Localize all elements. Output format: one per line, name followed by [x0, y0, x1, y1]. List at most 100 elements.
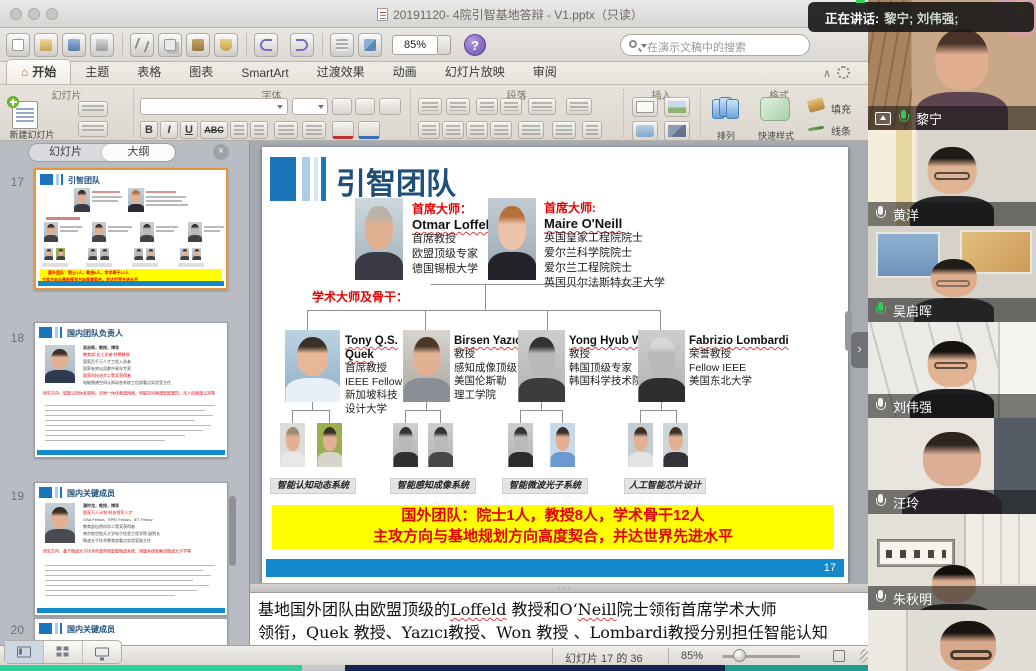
superscript-button[interactable] [230, 121, 248, 139]
video-tile-zhuqiuming[interactable]: 朱秋明 [868, 514, 1036, 610]
thumb-photo [74, 188, 90, 212]
cut-icon[interactable] [130, 33, 154, 57]
picture-button[interactable] [664, 97, 690, 117]
slide-sorter-view-button[interactable] [44, 641, 83, 663]
tab-smartart[interactable]: SmartArt [227, 63, 302, 84]
divider-handle-icon[interactable]: ··· [558, 583, 573, 593]
sidebar-scrollbar[interactable] [229, 496, 236, 566]
notes-pane[interactable]: 基地国外团队由欧盟顶级的Loffeld 教授和O‘Neill院士领衔首席学术大师… [250, 593, 880, 645]
video-tile-liuweiqiang[interactable]: 刘伟强 [868, 322, 1036, 418]
new-document-button[interactable] [6, 33, 30, 57]
close-window-button[interactable] [10, 8, 22, 20]
slide-thumbnail-18[interactable]: 国内团队负责人 吴启晖，教授，博导 教育部“长江学者”特聘教授 国家百千万人才工… [34, 322, 228, 458]
tab-home[interactable]: ⌂开始 [6, 59, 71, 84]
participant-namebar: 汪玲 [868, 490, 1036, 514]
layout-button[interactable] [78, 101, 108, 117]
bottom-strip-navy [345, 665, 725, 671]
underline-button[interactable]: U [180, 121, 198, 139]
slide-thumbnail-17[interactable]: 引智团队 国外团队：院士1人，教授8人，学术骨干12人 主攻方向与基地规划方向高… [34, 168, 228, 290]
open-button[interactable] [34, 33, 58, 57]
collapse-video-panel-button[interactable]: › [851, 332, 868, 368]
slide-canvas[interactable]: 引智团队 首席大师： Otmar Loffeld 首席教授 欧盟顶级专家 德国锡… [262, 147, 848, 583]
save-button[interactable] [62, 33, 86, 57]
slide-thumbnail-19[interactable]: 国内关键成员 潘时龙，教授，博导 国家万人计划“科技领军人才” OSA Fell… [34, 482, 228, 616]
clear-formatting-button[interactable] [379, 98, 401, 115]
tab-outline-view[interactable]: 大纲 [102, 144, 175, 161]
media-browser-icon[interactable] [358, 33, 382, 57]
fill-icon[interactable] [807, 97, 826, 113]
tab-themes[interactable]: 主题 [71, 60, 123, 84]
fit-slide-icon[interactable] [833, 650, 845, 662]
grow-font-button[interactable] [332, 98, 352, 115]
text-box-button[interactable] [632, 97, 658, 117]
text-effects-button[interactable] [358, 121, 380, 139]
change-case-button[interactable] [302, 121, 326, 139]
help-button[interactable]: ? [464, 34, 486, 56]
arrange-button[interactable] [712, 97, 738, 121]
paste-icon[interactable] [186, 33, 210, 57]
presentation-view-button[interactable] [83, 641, 121, 663]
zoom-slider-knob[interactable] [733, 649, 746, 662]
media-button[interactable] [664, 121, 690, 141]
tab-animations[interactable]: 动画 [379, 60, 431, 84]
justify-button[interactable] [490, 121, 512, 139]
zoom-window-button[interactable] [46, 8, 58, 20]
font-color-button[interactable] [332, 121, 354, 139]
masters-label: 学术大师及骨干： [312, 288, 408, 305]
bold-button[interactable]: B [140, 121, 158, 139]
undo-button[interactable] [254, 33, 278, 57]
close-panel-icon[interactable]: × [213, 144, 229, 160]
tab-charts[interactable]: 图表 [175, 60, 227, 84]
slide-page-number: 17 [824, 562, 836, 574]
minimize-window-button[interactable] [28, 8, 40, 20]
align-center-button[interactable] [442, 121, 464, 139]
tab-transitions[interactable]: 过渡效果 [303, 60, 379, 84]
line-spacing-button[interactable] [528, 98, 556, 115]
columns-button[interactable] [566, 98, 592, 115]
formatting-palette-icon[interactable] [330, 33, 354, 57]
ribbon-collapse-icon[interactable]: ∧ [823, 68, 837, 80]
subscript-button[interactable] [250, 121, 268, 139]
decrease-indent-button[interactable] [476, 98, 498, 115]
strikethrough-button[interactable]: ABC [200, 121, 228, 139]
search-field[interactable]: 在演示文稿中的搜索 [620, 34, 810, 56]
print-button[interactable] [90, 33, 114, 57]
video-tile-wuqihui[interactable]: 吴启晖 [868, 226, 1036, 322]
font-size-select[interactable] [292, 98, 328, 115]
quick-styles-button[interactable] [760, 97, 790, 121]
redo-button[interactable] [290, 33, 314, 57]
normal-view-button[interactable] [5, 641, 44, 663]
shrink-font-button[interactable] [355, 98, 375, 115]
video-tile-unnamed[interactable] [868, 610, 1036, 671]
shape-button[interactable] [632, 121, 658, 141]
zoom-level-box[interactable]: 85% [392, 35, 438, 55]
distribute-button[interactable] [518, 121, 544, 139]
copy-icon[interactable] [158, 33, 182, 57]
align-left-button[interactable] [418, 121, 440, 139]
tab-slideshow[interactable]: 幻灯片放映 [431, 60, 519, 84]
numbering-button[interactable] [446, 98, 470, 115]
increase-indent-button[interactable] [500, 98, 522, 115]
character-spacing-button[interactable] [274, 121, 298, 139]
new-slide-button[interactable] [12, 101, 38, 129]
gear-icon[interactable] [837, 66, 850, 79]
chief-oneill-text: 首席大师: Maire O'Neill 英国皇家工程院院士 爱尔兰科学院院士 爱… [544, 199, 665, 291]
screen-share-icon [875, 112, 891, 125]
zoom-stepper[interactable] [438, 35, 451, 55]
text-direction-button[interactable] [552, 121, 576, 139]
font-name-select[interactable] [140, 98, 288, 115]
lines-icon[interactable] [808, 126, 824, 132]
section-button[interactable] [78, 121, 108, 137]
video-tile-huangyang[interactable]: 黄洋 [868, 130, 1036, 226]
format-painter-icon[interactable] [214, 33, 238, 57]
tab-review[interactable]: 审阅 [519, 60, 571, 84]
notes-divider[interactable]: ··· [250, 583, 880, 593]
tab-tables[interactable]: 表格 [123, 60, 175, 84]
align-right-button[interactable] [466, 121, 488, 139]
italic-button[interactable]: I [160, 121, 178, 139]
bullets-button[interactable] [418, 98, 442, 115]
thumb19-title: 国内关键成员 [67, 488, 115, 499]
tab-slides-view[interactable]: 幻灯片 [29, 144, 102, 161]
video-tile-wangling[interactable]: 汪玲 [868, 418, 1036, 514]
align-text-button[interactable] [582, 121, 602, 139]
